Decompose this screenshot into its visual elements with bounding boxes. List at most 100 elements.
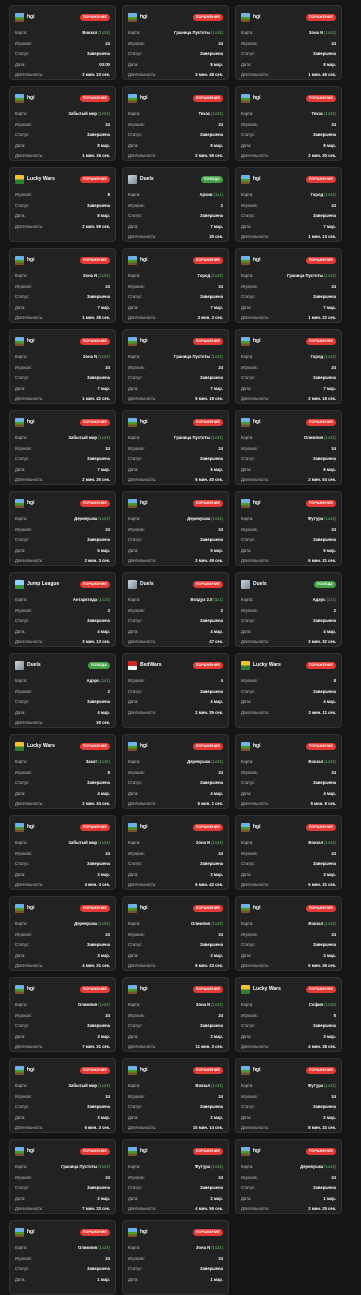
map-row: Карта: Город(1x24) xyxy=(241,190,336,201)
match-card[interactable]: hgi ПОРАЖЕНИЕ Карта: Граница Пустоты(1x2… xyxy=(235,248,342,323)
map-label: Карта: xyxy=(128,354,141,359)
map-label: Карта: xyxy=(15,597,28,602)
duration-value: 4 мин. 38 сек. xyxy=(308,1044,336,1049)
mode-title: hgi xyxy=(241,417,261,427)
date-row: Дата: 7 мар. xyxy=(128,222,223,233)
match-card[interactable]: Lucky Wars ПОРАЖЕНИЕ Игроков: 8 Статус: … xyxy=(235,653,342,728)
grass-block-icon xyxy=(241,903,250,913)
match-card[interactable]: Lucky Wars ПОРАЖЕНИЕ Карта: София(1x16) … xyxy=(235,977,342,1052)
players-row: Игроков: 24 xyxy=(15,1254,110,1265)
date-value: 5 мар. xyxy=(210,547,223,553)
date-label: Дата: xyxy=(241,304,252,310)
match-card[interactable]: hgi ПОРАЖЕНИЕ Карта: Забытый мир(1x24) И… xyxy=(9,815,116,890)
date-value: 5 мар. xyxy=(97,547,110,553)
match-card[interactable]: hgi ПОРАЖЕНИЕ Карта: Вокзал(1x24) Игроко… xyxy=(235,815,342,890)
match-card[interactable]: hgi ПОРАЖЕНИЕ Карта: Вокзал(1x24) Игроко… xyxy=(9,5,116,80)
mode-title: hgi xyxy=(128,255,148,265)
status-value: Завершена xyxy=(199,132,223,137)
map-label: Карта: xyxy=(128,192,141,197)
card-header: hgi ПОРАЖЕНИЕ xyxy=(241,1144,336,1158)
status-row: Статус: Завершена xyxy=(241,1021,336,1032)
match-card[interactable]: hgi ПОРАЖЕНИЕ Карта: Олимпия(1x24) Игрок… xyxy=(9,1220,116,1295)
mode-title: hgi xyxy=(15,498,35,508)
match-card[interactable]: Duels ПОБЕДА Карта: Адэрс(1x1) Игроков: … xyxy=(9,653,116,728)
match-card[interactable]: hgi ПОРАЖЕНИЕ Карта: Забытый мир(1x24) И… xyxy=(9,410,116,485)
match-card[interactable]: hgi ПОРАЖЕНИЕ Карта: Зона N(1x24) Игроко… xyxy=(9,248,116,323)
match-card[interactable]: hgi ПОРАЖЕНИЕ Карта: Город(1x24) Игроков… xyxy=(122,248,229,323)
duration-label: Длительность: xyxy=(15,477,44,482)
map-row: Карта: Граница Пустоты(1x24) xyxy=(128,433,223,444)
duration-value: 6 мин. 31 сек. xyxy=(308,558,336,563)
map-label: Карта: xyxy=(241,1164,254,1169)
map-value: Деревушка(1x24) xyxy=(74,919,110,930)
match-card[interactable]: hgi ПОРАЖЕНИЕ Карта: Деревушка(1x24) Игр… xyxy=(9,491,116,566)
date-label: Дата: xyxy=(241,61,252,67)
match-card[interactable]: Lucky Wars ПОРАЖЕНИЕ Игроков: 8 Статус: … xyxy=(9,167,116,242)
match-card[interactable]: hgi ПОРАЖЕНИЕ Карта: Город(1x24) Игроков… xyxy=(235,167,342,242)
match-card[interactable]: hgi ПОРАЖЕНИЕ Карта: Зона N(1x24) Игроко… xyxy=(9,329,116,404)
match-card[interactable]: hgi ПОРАЖЕНИЕ Карта: Вокзал(1x24) Игроко… xyxy=(235,734,342,809)
match-card[interactable]: hgi ПОРАЖЕНИЕ Карта: Деревушка(1x24) Игр… xyxy=(235,1139,342,1214)
match-card[interactable]: hgi ПОРАЖЕНИЕ Карта: Деревушка(1x24) Игр… xyxy=(122,491,229,566)
match-card[interactable]: hgi ПОРАЖЕНИЕ Карта: Граница Пустоты(1x2… xyxy=(122,329,229,404)
map-name: Город xyxy=(310,354,324,359)
match-card[interactable]: Jump League ПОРАЖЕНИЕ Карта: Антарктида(… xyxy=(9,572,116,647)
sword-icon xyxy=(15,660,24,670)
mode-title: hgi xyxy=(128,1227,148,1237)
status-value: Завершена xyxy=(86,294,110,299)
mode-name: hgi xyxy=(253,95,261,101)
match-card[interactable]: hgi ПОРАЖЕНИЕ Карта: Олимпия(1x24) Игрок… xyxy=(122,896,229,971)
match-card[interactable]: hgi ПОРАЖЕНИЕ Карта: Техас(1x24) Игроков… xyxy=(235,86,342,161)
card-header: Lucky Wars ПОРАЖЕНИЕ xyxy=(241,658,336,672)
map-row: Карта: Забытый мир(1x24) xyxy=(15,433,110,444)
match-card[interactable]: hgi ПОРАЖЕНИЕ Карта: Футура(1x24) Игроко… xyxy=(122,1139,229,1214)
match-card[interactable]: hgi ПОРАЖЕНИЕ Карта: Футура(1x24) Игроко… xyxy=(235,1058,342,1133)
match-card[interactable]: hgi ПОРАЖЕНИЕ Карта: Город(1x24) Игроков… xyxy=(235,329,342,404)
mode-title: hgi xyxy=(15,12,35,22)
match-card[interactable]: Lucky Wars ПОРАЖЕНИЕ Карта: Закат(1x16) … xyxy=(9,734,116,809)
date-label: Дата: xyxy=(15,142,26,148)
duration-label: Длительность: xyxy=(128,963,157,968)
status-row: Статус: Завершена xyxy=(15,454,110,465)
match-card[interactable]: hgi ПОРАЖЕНИЕ Карта: Вокзал(1x24) Игроко… xyxy=(122,1058,229,1133)
date-label: Дата: xyxy=(128,699,139,704)
duration-label: Длительность: xyxy=(15,882,44,887)
date-value: 3 мар. xyxy=(97,1114,110,1120)
match-card[interactable]: hgi ПОРАЖЕНИЕ Карта: Техас(1x24) Игроков… xyxy=(122,86,229,161)
match-card[interactable]: Duels ПОБЕДА Карта: Адэрс(1x1) Игроков: … xyxy=(235,572,342,647)
match-card[interactable]: hgi ПОРАЖЕНИЕ Карта: Олимпия(1x24) Игрок… xyxy=(9,977,116,1052)
match-card[interactable]: hgi ПОРАЖЕНИЕ Карта: Зона N(1x24) Игроко… xyxy=(122,1220,229,1295)
mode-title: hgi xyxy=(241,741,261,751)
mode-name: hgi xyxy=(253,1148,261,1154)
map-name: Адэрс xyxy=(312,597,326,602)
match-card[interactable]: hgi ПОРАЖЕНИЕ Карта: Граница Пустоты(1x2… xyxy=(9,1139,116,1214)
match-card[interactable]: hgi ПОРАЖЕНИЕ Карта: Зона N(1x24) Игроко… xyxy=(235,5,342,80)
match-card[interactable]: hgi ПОРАЖЕНИЕ Карта: Зона N(1x24) Игроко… xyxy=(122,815,229,890)
match-card[interactable]: hgi ПОРАЖЕНИЕ Карта: Граница Пустоты(1x2… xyxy=(122,5,229,80)
match-card[interactable]: hgi ПОРАЖЕНИЕ Карта: Забытый мир(1x24) И… xyxy=(9,1058,116,1133)
match-card[interactable]: hgi ПОРАЖЕНИЕ Карта: Граница Пустоты(1x2… xyxy=(122,410,229,485)
grass-block-icon xyxy=(128,741,137,751)
sword-icon xyxy=(128,579,137,589)
match-card[interactable]: Duels ПОРАЖЕНИЕ Карта: Воздух 2.0(1x1) И… xyxy=(122,572,229,647)
match-card[interactable]: hgi ПОРАЖЕНИЕ Карта: Забытый мир(1x24) И… xyxy=(9,86,116,161)
players-label: Игроков: xyxy=(241,526,258,532)
match-card[interactable]: Duels ПОБЕДА Карта: Архив(1x1) Игроков: … xyxy=(122,167,229,242)
match-card[interactable]: hgi ПОРАЖЕНИЕ Карта: Деревушка(1x24) Игр… xyxy=(9,896,116,971)
map-row: Карта: Деревушка(1x24) xyxy=(241,1162,336,1173)
match-card[interactable]: BedWars ПОРАЖЕНИЕ Игроков: 4 Статус: Зав… xyxy=(122,653,229,728)
duration-value: 1 мин. 46 сек. xyxy=(308,72,336,77)
card-header: hgi ПОРАЖЕНИЕ xyxy=(128,415,223,429)
mode-title: hgi xyxy=(241,12,261,22)
card-header: hgi ПОРАЖЕНИЕ xyxy=(241,91,336,105)
result-badge: ПОРАЖЕНИЕ xyxy=(79,1147,110,1155)
match-card[interactable]: hgi ПОРАЖЕНИЕ Карта: Футура(1x24) Игроко… xyxy=(235,491,342,566)
match-card[interactable]: hgi ПОРАЖЕНИЕ Карта: Деревушка(1x24) Игр… xyxy=(122,734,229,809)
match-card[interactable]: hgi ПОРАЖЕНИЕ Карта: Олимпия(1x24) Игрок… xyxy=(235,410,342,485)
duration-value: 1 мин. 13 сек. xyxy=(308,234,336,239)
match-card[interactable]: hgi ПОРАЖЕНИЕ Карта: Зона N(1x24) Игроко… xyxy=(122,977,229,1052)
match-card[interactable]: hgi ПОРАЖЕНИЕ Карта: Вокзал(1x24) Игроко… xyxy=(235,896,342,971)
status-value: Завершена xyxy=(312,780,336,785)
duration-value: 2 мин. 11 сек. xyxy=(308,709,336,715)
date-row: Дата: 8 мар. xyxy=(241,141,336,152)
